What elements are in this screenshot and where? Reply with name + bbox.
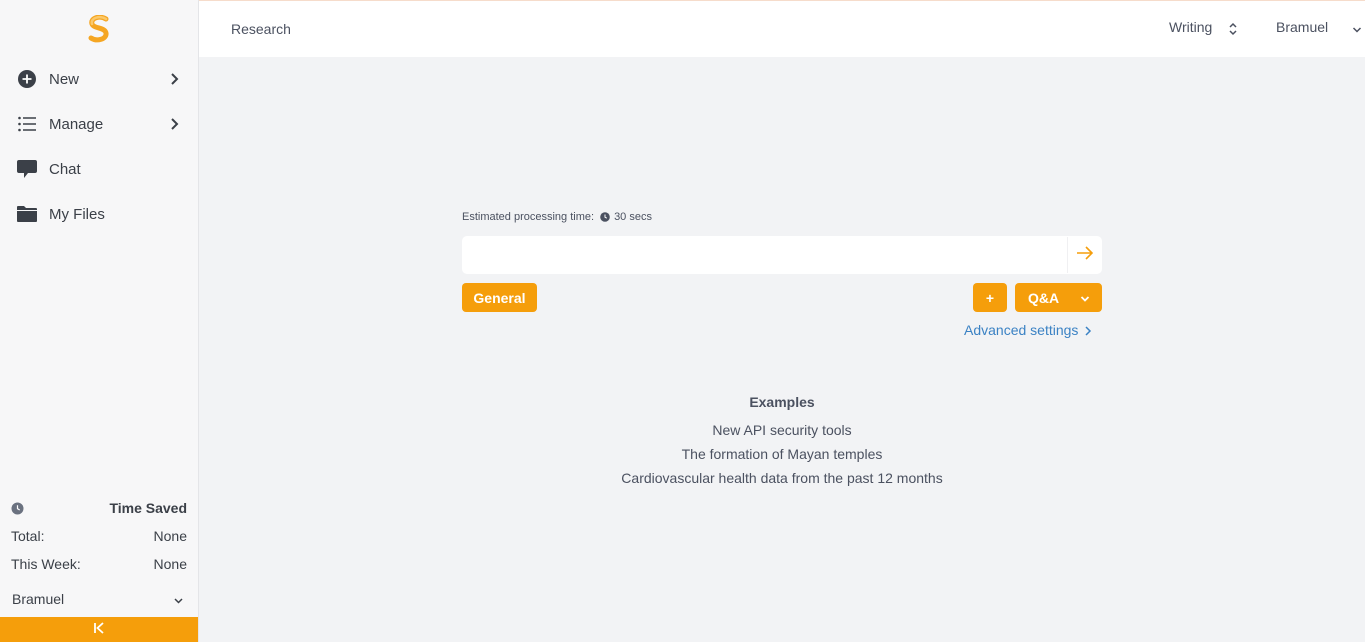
advanced-settings-link[interactable]: Advanced settings — [964, 322, 1093, 338]
user-menu-label: Bramuel — [1276, 19, 1329, 35]
sidebar-item-chat[interactable]: Chat — [0, 151, 198, 187]
example-item[interactable]: New API security tools — [462, 422, 1102, 438]
sidebar: New Manage Chat My Files Time Saved Tota… — [0, 0, 199, 642]
clock-icon — [600, 212, 610, 222]
collapse-sidebar-button[interactable] — [0, 617, 198, 642]
qa-mode-label: Q&A — [1028, 289, 1060, 306]
estimate-label: Estimated processing time: — [462, 211, 595, 223]
examples-title: Examples — [749, 394, 815, 410]
clock-icon — [11, 502, 24, 515]
chevron-right-icon — [166, 116, 182, 132]
top-bar: Research Writing Bramuel — [199, 0, 1365, 57]
example-item[interactable]: Cardiovascular health data from the past… — [462, 470, 1102, 486]
time-saved-total-row: Total: None — [11, 528, 187, 546]
time-saved-week-row: This Week: None — [11, 556, 187, 574]
arrow-right-icon — [1076, 245, 1094, 265]
estimate-value: 30 secs — [614, 211, 652, 223]
mode-select-label: Writing — [1169, 19, 1213, 35]
time-saved-header: Time Saved — [11, 500, 187, 518]
sidebar-item-label: Manage — [49, 115, 104, 133]
advanced-settings-label: Advanced settings — [964, 322, 1079, 338]
folder-icon — [16, 203, 38, 225]
chevron-down-icon — [1079, 292, 1091, 304]
time-saved-total-label: Total: — [11, 528, 45, 544]
sidebar-item-label: Chat — [49, 160, 81, 178]
sidebar-item-new[interactable]: New — [0, 61, 198, 97]
plus-circle-icon — [16, 68, 38, 90]
list-icon — [16, 113, 38, 135]
collapse-icon — [93, 621, 105, 639]
mode-select[interactable]: Writing — [1169, 19, 1237, 39]
user-menu[interactable]: Bramuel — [1276, 19, 1362, 39]
sidebar-user-name: Bramuel — [12, 591, 65, 607]
sidebar-item-my-files[interactable]: My Files — [0, 196, 198, 232]
time-saved-week-label: This Week: — [11, 556, 81, 572]
processing-time-estimate: Estimated processing time: 30 secs — [462, 211, 652, 223]
chat-bubble-icon — [16, 158, 38, 180]
general-button[interactable]: General — [462, 283, 537, 312]
example-item[interactable]: The formation of Mayan temples — [462, 446, 1102, 462]
chevron-down-icon — [172, 594, 185, 607]
sidebar-item-label: New — [49, 70, 80, 88]
qa-mode-dropdown[interactable]: Q&A — [1015, 283, 1102, 312]
chevron-right-icon — [1083, 324, 1093, 336]
submit-button[interactable] — [1067, 237, 1101, 273]
query-input[interactable] — [462, 236, 1064, 274]
add-button[interactable]: + — [973, 283, 1007, 312]
chevron-right-icon — [166, 71, 182, 87]
sidebar-item-label: My Files — [49, 205, 105, 223]
chevron-down-icon — [1351, 23, 1363, 35]
breadcrumb[interactable]: Research — [231, 21, 291, 37]
time-saved-total-value: None — [153, 528, 187, 544]
s-logo-icon[interactable] — [86, 14, 112, 43]
time-saved-week-value: None — [153, 556, 187, 572]
query-box — [462, 236, 1102, 274]
chevron-up-down-icon — [1227, 22, 1239, 36]
sidebar-user-select[interactable]: Bramuel — [0, 588, 198, 612]
sidebar-item-manage[interactable]: Manage — [0, 106, 198, 142]
time-saved-title: Time Saved — [109, 500, 187, 516]
